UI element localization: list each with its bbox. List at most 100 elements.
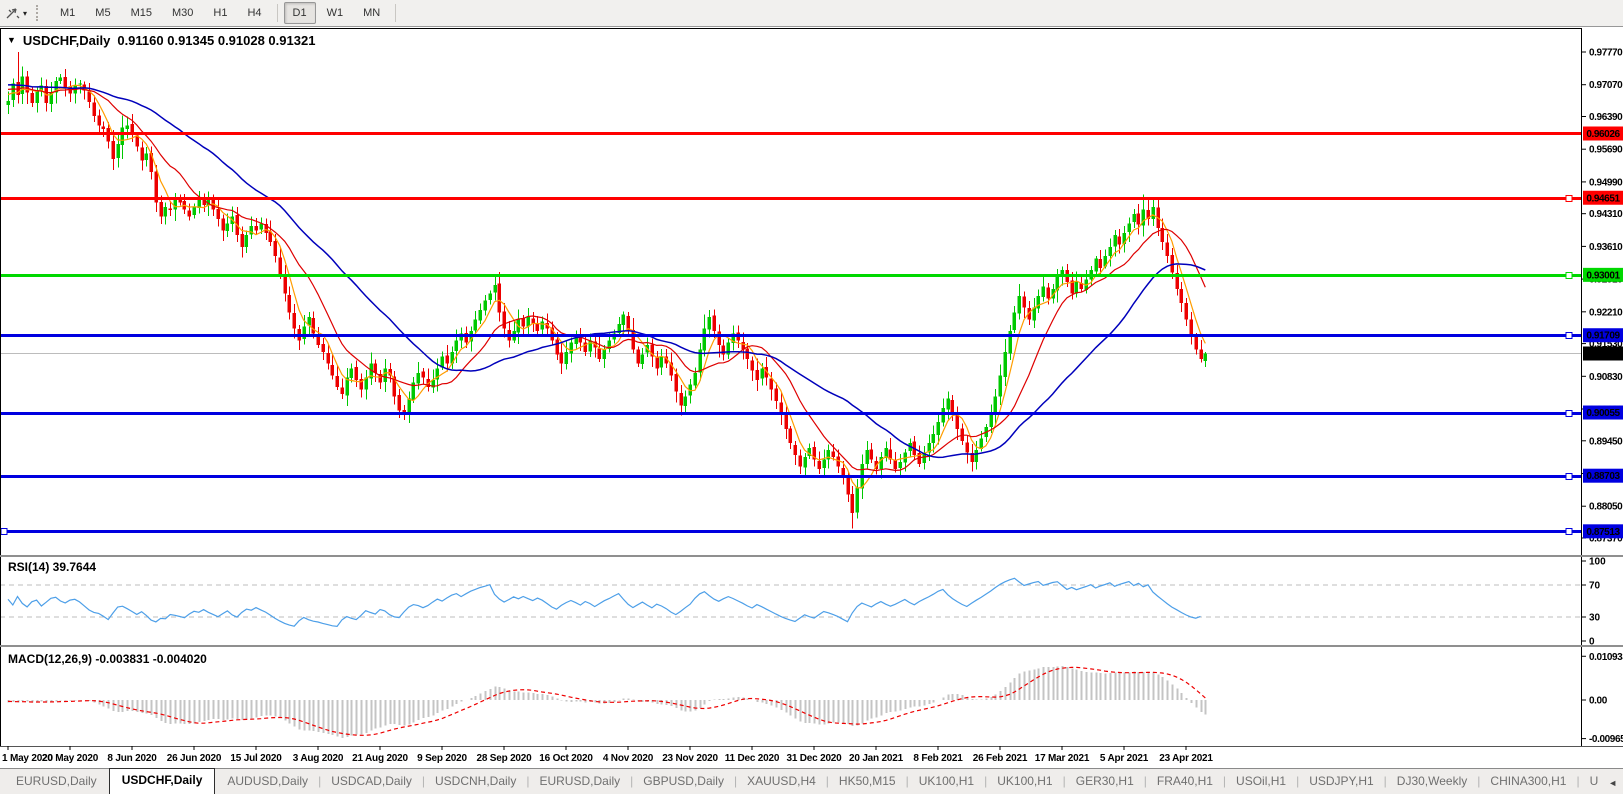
chart-title: ▼ USDCHF,Daily 0.91160 0.91345 0.91028 0… [7,33,315,48]
chart-tab-xauusd-h4[interactable]: XAUUSD,H4 [737,770,826,794]
date-tick-label: 16 Oct 2020 [539,753,593,764]
date-tick-label: 23 Apr 2021 [1159,753,1213,764]
chart-background [0,28,1623,768]
price-line-label-text: 0.96026 [1586,129,1620,140]
price-line-label-text: 0.94651 [1586,193,1620,204]
cursor-tool-button[interactable]: ▾ [2,2,30,24]
chart-tab-dj30-weekly[interactable]: DJ30,Weekly [1387,770,1477,794]
toolbar-separator [276,4,278,22]
price-tick-label: 0.90830 [1589,372,1623,383]
chart-tab-usdchf-daily[interactable]: USDCHF,Daily [108,768,216,794]
macd-indicator-label: MACD(12,26,9) -0.003831 -0.004020 [8,652,207,666]
chart-tabs: EURUSD,Daily USDCHF,Daily AUDUSD,Daily | USD… [6,768,1608,794]
price-tick-label: 0.95690 [1589,145,1623,156]
chart-tab-china300-h1[interactable]: CHINA300,H1 [1480,770,1576,794]
price-tick-label: 0.92210 [1589,307,1623,318]
chart-tab-uk100-h1[interactable]: UK100,H1 [987,770,1062,794]
toolbar-separator [395,4,397,22]
rsi-indicator-label: RSI(14) 39.7644 [8,560,97,574]
panel-splitter[interactable] [0,555,1623,557]
date-tick-label: 20 Jan 2021 [849,753,904,764]
mt4-terminal-window: { "toolbar": { "cursor_tool_icon": "cros… [0,0,1623,794]
date-tick-label: 28 Sep 2020 [476,753,532,764]
line-handle[interactable] [1565,410,1573,417]
date-tick-label: 17 Mar 2021 [1035,753,1090,764]
chart-tab-hk50-m15[interactable]: HK50,M15 [829,770,906,794]
chart-tab-usdcad-daily[interactable]: USDCAD,Daily [321,770,422,794]
date-tick-label: 8 Jun 2020 [107,753,157,764]
price-tick-label: 0.94310 [1589,209,1623,220]
timeframe-button-m15[interactable]: M15 [122,2,161,24]
date-tick-label: 5 Apr 2021 [1100,753,1149,764]
chart-tab-audusd-daily[interactable]: AUDUSD,Daily [217,770,318,794]
toolbar-drag-grip[interactable] [36,5,42,21]
chart-tab-gbpusd-daily[interactable]: GBPUSD,Daily [633,770,734,794]
rsi-tick-label: 30 [1589,613,1601,624]
date-tick-label: 9 Sep 2020 [417,753,467,764]
line-handle[interactable] [1565,473,1573,480]
timeframe-buttons: M1 M5 M15 M30 H1 H4 D1 W1 MN [50,2,401,24]
chart-canvas[interactable]: 0.97770 0.97070 0.96390 0.95690 0.94990 0.943… [0,0,1623,794]
price-tick-label: 0.94990 [1589,177,1623,188]
tab-scroll-left-icon[interactable]: ◄ [1608,778,1617,788]
rsi-tick-label: 0 [1589,637,1595,648]
price-line-label-text: 0.88703 [1586,471,1620,482]
date-tick-label: 8 Feb 2021 [913,753,963,764]
current-price-label-text: 0.91321 [1586,349,1620,360]
chart-tab-usdcnh-daily[interactable]: USDCNH,Daily [425,770,526,794]
line-handle[interactable] [1565,195,1573,202]
chart-tab-u[interactable]: U [1580,770,1609,794]
date-tick-label: 4 Nov 2020 [603,753,654,764]
price-tick-label: 0.97070 [1589,80,1623,91]
timeframe-button-h4[interactable]: H4 [238,2,270,24]
ohlc-readout: 0.91160 0.91345 0.91028 0.91321 [117,33,316,48]
price-line-label-text: 0.93001 [1586,270,1620,281]
timeframe-button-h1[interactable]: H1 [204,2,236,24]
price-tick-label: 0.96390 [1589,112,1623,123]
macd-tick-label: 0.00 [1589,696,1608,707]
price-tick-label: 0.88050 [1589,502,1623,513]
chevron-down-icon: ▾ [23,8,28,18]
price-line-label-text: 0.90055 [1586,408,1620,419]
timeframe-button-m5[interactable]: M5 [86,2,119,24]
price-tick-label: 0.89450 [1589,436,1623,447]
crosshair-cursor-icon [6,8,20,19]
chart-tab-usdjpy-h1[interactable]: USDJPY,H1 [1299,770,1383,794]
rsi-tick-label: 100 [1589,557,1606,568]
chart-tab-fra40-h1[interactable]: FRA40,H1 [1147,770,1223,794]
timeframe-button-d1[interactable]: D1 [283,2,316,24]
panel-splitter[interactable] [0,645,1623,647]
date-tick-label: 26 Jun 2020 [167,753,222,764]
timeframe-button-m30[interactable]: M30 [163,2,202,24]
timeframe-button-m1[interactable]: M1 [51,2,84,24]
date-tick-label: 21 Aug 2020 [352,753,408,764]
price-tick-label: 0.97770 [1589,48,1623,59]
timeframe-button-mn[interactable]: MN [354,2,389,24]
macd-tick-label: 0.010933 [1589,652,1623,663]
date-tick-label: 15 Jul 2020 [230,753,282,764]
date-tick-label: 23 Nov 2020 [662,753,718,764]
chart-tab-eurusd-daily[interactable]: EURUSD,Daily [529,770,630,794]
rsi-tick-label: 70 [1589,581,1601,592]
date-tick-label: 20 May 2020 [42,753,99,764]
chart-tabs-bar: EURUSD,Daily USDCHF,Daily AUDUSD,Daily | USD… [0,768,1623,794]
timeframe-toolbar: ▾ M1 M5 M15 M30 H1 H4 D1 W1 MN [0,0,1623,27]
timeframe-button-w1[interactable]: W1 [318,2,353,24]
date-tick-label: 3 Aug 2020 [293,753,344,764]
line-handle[interactable] [0,528,8,535]
chart-tab-usoil-h1[interactable]: USOil,H1 [1226,770,1296,794]
date-tick-label: 11 Dec 2020 [725,753,780,764]
chart-tab-eurusd-daily[interactable]: EURUSD,Daily [6,770,107,794]
symbol-dropdown-icon[interactable]: ▼ [7,35,16,45]
price-tick-label: 0.93610 [1589,242,1623,253]
macd-tick-label: -0.009653 [1589,734,1623,745]
line-handle[interactable] [1565,528,1573,535]
symbol-name: USDCHF,Daily [22,33,111,48]
chart-tab-ger30-h1[interactable]: GER30,H1 [1066,770,1144,794]
date-tick-label: 26 Feb 2021 [973,753,1028,764]
tab-scroll-controls: ◄ ► [1608,778,1623,794]
chart-tab-uk100-h1[interactable]: UK100,H1 [909,770,984,794]
line-handle[interactable] [1565,332,1573,339]
line-handle[interactable] [1565,272,1573,279]
date-tick-label: 31 Dec 2020 [786,753,842,764]
